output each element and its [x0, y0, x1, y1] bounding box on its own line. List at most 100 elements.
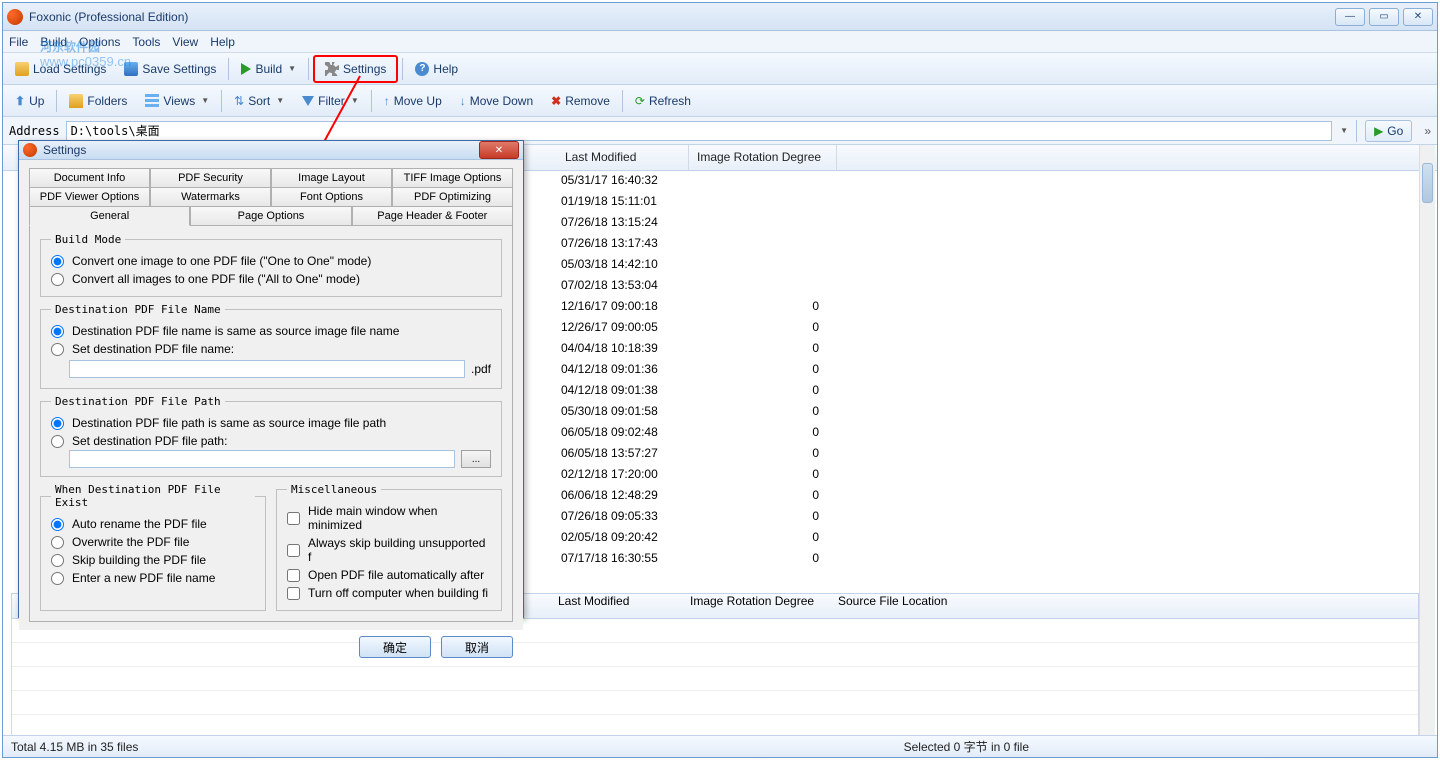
table-row[interactable]: 07/26/18 13:15:24 — [557, 213, 1419, 234]
grid-rows: 05/31/17 16:40:3201/19/18 15:11:0107/26/… — [557, 171, 1419, 570]
overflow-icon[interactable]: » — [1424, 124, 1431, 138]
table-row[interactable]: 07/26/18 09:05:330 — [557, 507, 1419, 528]
cell-rotation — [689, 276, 837, 297]
table-row[interactable]: 02/12/18 17:20:000 — [557, 465, 1419, 486]
build-button[interactable]: Build▼ — [233, 58, 304, 80]
table-row[interactable]: 05/03/18 14:42:10 — [557, 255, 1419, 276]
table-row[interactable] — [12, 667, 1418, 691]
menu-help[interactable]: Help — [210, 35, 235, 49]
table-row[interactable]: 07/02/18 13:53:04 — [557, 276, 1419, 297]
tab-pdf-security[interactable]: PDF Security — [150, 168, 271, 188]
minimize-button[interactable]: — — [1335, 8, 1365, 26]
status-selected: Selected 0 字节 in 0 file — [904, 738, 1029, 755]
filter-button[interactable]: Filter▼ — [294, 90, 367, 112]
table-row[interactable]: 06/06/18 12:48:290 — [557, 486, 1419, 507]
close-button[interactable]: ✕ — [1403, 8, 1433, 26]
exist-skip[interactable]: Skip building the PDF file — [51, 551, 255, 569]
folders-button[interactable]: Folders — [61, 90, 135, 112]
menu-file[interactable]: File — [9, 35, 28, 49]
col-last-modified-b[interactable]: Last Modified — [558, 594, 690, 618]
dest-path-input[interactable] — [69, 450, 455, 468]
table-row[interactable]: 04/12/18 09:01:360 — [557, 360, 1419, 381]
misc-open-after[interactable]: Open PDF file automatically after — [287, 566, 491, 584]
moveup-button[interactable]: ↑Move Up — [376, 90, 450, 112]
table-row[interactable]: 06/05/18 09:02:480 — [557, 423, 1419, 444]
col-source-b[interactable]: Source File Location — [838, 594, 1002, 618]
chevron-down-icon: ▼ — [201, 96, 209, 105]
maximize-button[interactable]: ▭ — [1369, 8, 1399, 26]
build-mode-all-to-one[interactable]: Convert all images to one PDF file ("All… — [51, 270, 491, 288]
cell-rotation: 0 — [689, 339, 837, 360]
exist-overwrite[interactable]: Overwrite the PDF file — [51, 533, 255, 551]
remove-button[interactable]: ✖Remove — [543, 90, 618, 112]
cell-rotation: 0 — [689, 360, 837, 381]
movedown-button[interactable]: ↓Move Down — [452, 90, 541, 112]
exist-rename[interactable]: Auto rename the PDF file — [51, 515, 255, 533]
table-row[interactable]: 05/31/17 16:40:32 — [557, 171, 1419, 192]
tab-page-options[interactable]: Page Options — [190, 206, 351, 226]
col-last-modified[interactable]: Last Modified — [557, 145, 689, 170]
refresh-button[interactable]: ⟳Refresh — [627, 90, 699, 112]
dest-name-same[interactable]: Destination PDF file name is same as sou… — [51, 322, 491, 340]
dialog-close-button[interactable]: ✕ — [479, 141, 519, 159]
tab-general[interactable]: General — [29, 206, 190, 226]
menu-build[interactable]: Build — [40, 35, 67, 49]
menu-options[interactable]: Options — [79, 35, 120, 49]
dest-name-input[interactable] — [69, 360, 465, 378]
dest-path-same[interactable]: Destination PDF file path is same as sou… — [51, 414, 491, 432]
views-button[interactable]: Views▼ — [137, 90, 217, 112]
chevron-down-icon: ▼ — [276, 96, 284, 105]
tab-tiff-image-options[interactable]: TIFF Image Options — [392, 168, 513, 188]
tab-page-header-footer[interactable]: Page Header & Footer — [352, 206, 513, 226]
save-settings-button[interactable]: Save Settings — [116, 58, 224, 80]
col-rotation-b[interactable]: Image Rotation Degree — [690, 594, 838, 618]
address-input[interactable] — [66, 121, 1333, 141]
ok-button[interactable]: 确定 — [359, 636, 431, 658]
tab-image-layout[interactable]: Image Layout — [271, 168, 392, 188]
cell-rotation — [689, 192, 837, 213]
browse-button[interactable]: ... — [461, 450, 491, 468]
chevron-down-icon[interactable]: ▼ — [1340, 126, 1348, 135]
table-row[interactable]: 12/16/17 09:00:180 — [557, 297, 1419, 318]
build-mode-one-to-one[interactable]: Convert one image to one PDF file ("One … — [51, 252, 491, 270]
tab-pdf-optimizing[interactable]: PDF Optimizing — [392, 187, 513, 207]
settings-button[interactable]: Settings — [313, 55, 398, 83]
misc-hide-minimized[interactable]: Hide main window when minimized — [287, 502, 491, 534]
exist-enter-new[interactable]: Enter a new PDF file name — [51, 569, 255, 587]
tab-document-info[interactable]: Document Info — [29, 168, 150, 188]
table-row[interactable]: 12/26/17 09:00:050 — [557, 318, 1419, 339]
remove-icon: ✖ — [551, 94, 561, 108]
dest-name-set[interactable]: Set destination PDF file name: — [51, 340, 491, 358]
chevron-down-icon: ▼ — [288, 64, 296, 73]
tab-watermarks[interactable]: Watermarks — [150, 187, 271, 207]
table-row[interactable]: 01/19/18 15:11:01 — [557, 192, 1419, 213]
tab-pdf-viewer-options[interactable]: PDF Viewer Options — [29, 187, 150, 207]
table-row[interactable]: 04/12/18 09:01:380 — [557, 381, 1419, 402]
load-settings-button[interactable]: Load Settings — [7, 58, 114, 80]
table-row[interactable]: 07/17/18 16:30:550 — [557, 549, 1419, 570]
misc-shutdown[interactable]: Turn off computer when building fi — [287, 584, 491, 602]
vertical-scrollbar[interactable] — [1419, 145, 1435, 735]
cancel-button[interactable]: 取消 — [441, 636, 513, 658]
up-button[interactable]: ⬆Up — [7, 90, 52, 112]
table-row[interactable]: 05/30/18 09:01:580 — [557, 402, 1419, 423]
go-button[interactable]: ▶Go — [1365, 120, 1412, 142]
table-row[interactable] — [12, 691, 1418, 715]
table-row[interactable]: 02/05/18 09:20:420 — [557, 528, 1419, 549]
table-row[interactable]: 06/05/18 13:57:270 — [557, 444, 1419, 465]
menu-view[interactable]: View — [172, 35, 198, 49]
filter-icon — [302, 96, 314, 106]
help-button[interactable]: ?Help — [407, 58, 466, 80]
misc-skip-unsupported[interactable]: Always skip building unsupported f — [287, 534, 491, 566]
tab-font-options[interactable]: Font Options — [271, 187, 392, 207]
save-icon — [124, 62, 138, 76]
dest-path-set[interactable]: Set destination PDF file path: — [51, 432, 491, 450]
window-title: Foxonic (Professional Edition) — [29, 10, 1335, 24]
table-row[interactable]: 04/04/18 10:18:390 — [557, 339, 1419, 360]
col-rotation[interactable]: Image Rotation Degree — [689, 145, 837, 170]
cell-last-modified: 01/19/18 15:11:01 — [557, 192, 689, 213]
table-row[interactable]: 07/26/18 13:17:43 — [557, 234, 1419, 255]
cell-rotation — [689, 213, 837, 234]
sort-button[interactable]: ⇅Sort▼ — [226, 90, 292, 112]
menu-tools[interactable]: Tools — [132, 35, 160, 49]
